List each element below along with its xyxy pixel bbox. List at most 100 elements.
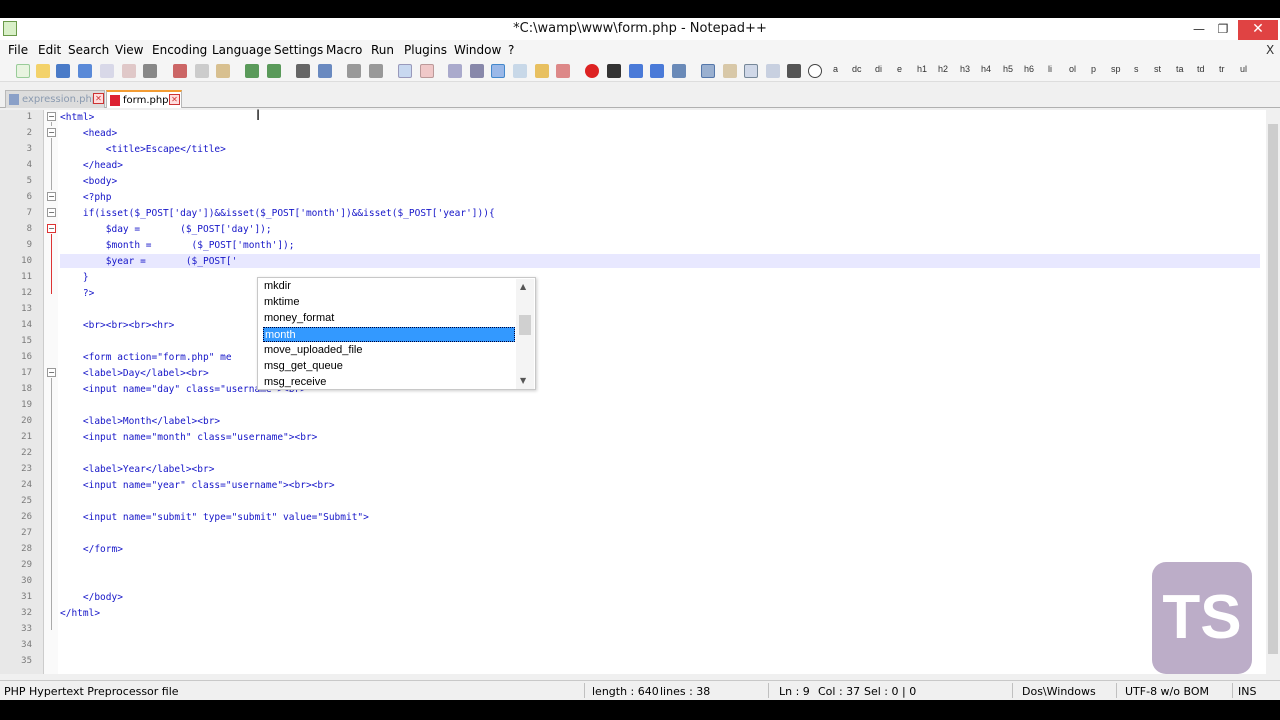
autocomplete-item[interactable]: money_format <box>263 311 515 326</box>
tag-a-button[interactable]: a <box>833 64 838 74</box>
vertical-scrollbar[interactable] <box>1266 110 1280 674</box>
scrollbar-thumb[interactable] <box>1268 124 1278 654</box>
doc-map-icon[interactable] <box>513 64 527 78</box>
close-window-button[interactable]: ✕ <box>1238 20 1278 40</box>
record-macro-icon[interactable] <box>585 64 599 78</box>
print-icon[interactable] <box>143 64 157 78</box>
menu-window[interactable]: Window <box>454 43 501 57</box>
zoom-out-icon[interactable] <box>369 64 383 78</box>
save-all-icon[interactable] <box>78 64 92 78</box>
close-document-icon[interactable]: X <box>1266 43 1274 57</box>
scroll-up-icon[interactable]: ▲ <box>520 282 526 291</box>
menu-file[interactable]: File <box>8 43 28 57</box>
xml-tools-icon[interactable] <box>766 64 780 78</box>
close-file-icon[interactable] <box>100 64 114 78</box>
line-number: 28 <box>21 544 32 554</box>
close-all-icon[interactable] <box>122 64 136 78</box>
replace-icon[interactable] <box>318 64 332 78</box>
word-wrap-icon[interactable] <box>448 64 462 78</box>
save-icon[interactable] <box>56 64 70 78</box>
zoom-in-icon[interactable] <box>347 64 361 78</box>
fold-toggle-icon[interactable]: − <box>47 192 56 201</box>
run-macro-multiple-icon[interactable] <box>650 64 664 78</box>
copy-icon[interactable] <box>195 64 209 78</box>
line-number: 11 <box>21 272 32 282</box>
tag-td-button[interactable]: td <box>1197 64 1205 74</box>
tag-h5-button[interactable]: h5 <box>1003 64 1013 74</box>
autocomplete-popup[interactable]: mkdir mktime money_format month move_uploade… <box>257 277 536 390</box>
fold-toggle-icon[interactable]: − <box>47 128 56 137</box>
line-number: 2 <box>26 128 32 138</box>
redo-icon[interactable] <box>267 64 281 78</box>
tag-ul-button[interactable]: ul <box>1240 64 1247 74</box>
fold-toggle-icon[interactable]: − <box>47 112 56 121</box>
menu-settings[interactable]: Settings <box>274 43 323 57</box>
fold-toggle-icon[interactable]: − <box>47 368 56 377</box>
fold-toggle-icon[interactable]: − <box>47 208 56 217</box>
tag-h6-button[interactable]: h6 <box>1024 64 1034 74</box>
fold-toggle-icon[interactable]: − <box>47 224 56 233</box>
autocomplete-item[interactable]: mkdir <box>263 279 515 294</box>
tab-expression-php[interactable]: expression.php ✕ <box>5 90 105 108</box>
function-list-icon[interactable] <box>556 64 570 78</box>
menu-help[interactable]: ? <box>508 43 514 57</box>
fonts-icon[interactable] <box>787 64 801 78</box>
paste-icon[interactable] <box>216 64 230 78</box>
menu-edit[interactable]: Edit <box>38 43 61 57</box>
open-file-icon[interactable] <box>36 64 50 78</box>
tag-e-button[interactable]: e <box>897 64 902 74</box>
indent-guide-icon[interactable] <box>491 64 505 78</box>
status-bar: PHP Hypertext Preprocessor file length :… <box>0 680 1280 700</box>
tag-s-button[interactable]: s <box>1134 64 1139 74</box>
tab-close-icon[interactable]: ✕ <box>169 94 180 105</box>
menu-run[interactable]: Run <box>371 43 394 57</box>
show-all-chars-icon[interactable] <box>470 64 484 78</box>
tag-h4-button[interactable]: h4 <box>981 64 991 74</box>
undo-icon[interactable] <box>245 64 259 78</box>
menu-language[interactable]: Language <box>212 43 271 57</box>
menu-search[interactable]: Search <box>68 43 109 57</box>
circle-icon[interactable] <box>808 64 822 78</box>
menu-plugins[interactable]: Plugins <box>404 43 447 57</box>
menu-encoding[interactable]: Encoding <box>152 43 207 57</box>
stop-macro-icon[interactable] <box>607 64 621 78</box>
sync-vertical-icon[interactable] <box>398 64 412 78</box>
menu-macro[interactable]: Macro <box>326 43 362 57</box>
tag-dc-button[interactable]: dc <box>852 64 862 74</box>
save-macro-icon[interactable] <box>672 64 686 78</box>
autocomplete-item[interactable]: month <box>263 327 515 342</box>
cut-icon[interactable] <box>173 64 187 78</box>
tab-form-php[interactable]: form.php ✕ <box>106 90 182 108</box>
tag-h2-button[interactable]: h2 <box>938 64 948 74</box>
tag-sp-button[interactable]: sp <box>1111 64 1121 74</box>
autocomplete-scrollbar[interactable]: ▲ ▼ <box>516 279 534 389</box>
tag-p-button[interactable]: p <box>1091 64 1096 74</box>
tag-di-button[interactable]: di <box>875 64 882 74</box>
scroll-down-icon[interactable]: ▼ <box>520 376 526 385</box>
folder-workspace-icon[interactable] <box>535 64 549 78</box>
find-icon[interactable] <box>296 64 310 78</box>
menu-view[interactable]: View <box>115 43 143 57</box>
code-editor[interactable]: 1 <html> 2 <head> 3 <title>Escape</title> 4 … <box>0 110 1266 674</box>
sync-horizontal-icon[interactable] <box>420 64 434 78</box>
tab-close-icon[interactable]: ✕ <box>93 93 104 104</box>
tag-ta-button[interactable]: ta <box>1176 64 1184 74</box>
minimize-button[interactable]: — <box>1188 20 1210 40</box>
tag-ol-button[interactable]: ol <box>1069 64 1076 74</box>
tag-li-button[interactable]: li <box>1048 64 1052 74</box>
tag-h1-button[interactable]: h1 <box>917 64 927 74</box>
play-macro-icon[interactable] <box>629 64 643 78</box>
tag-h3-button[interactable]: h3 <box>960 64 970 74</box>
s-tag-icon[interactable] <box>744 64 758 78</box>
spell-check-icon[interactable] <box>701 64 715 78</box>
tag-st-button[interactable]: st <box>1154 64 1161 74</box>
autocomplete-item[interactable]: msg_get_queue <box>263 359 515 374</box>
new-file-icon[interactable] <box>16 64 30 78</box>
tag-tr-button[interactable]: tr <box>1219 64 1225 74</box>
autocomplete-item[interactable]: msg_receive <box>263 375 515 390</box>
autocomplete-scroll-thumb[interactable] <box>519 315 531 335</box>
plugin-icon[interactable] <box>723 64 737 78</box>
restore-button[interactable]: ❐ <box>1212 20 1234 40</box>
autocomplete-item[interactable]: mktime <box>263 295 515 310</box>
autocomplete-item[interactable]: move_uploaded_file <box>263 343 515 358</box>
